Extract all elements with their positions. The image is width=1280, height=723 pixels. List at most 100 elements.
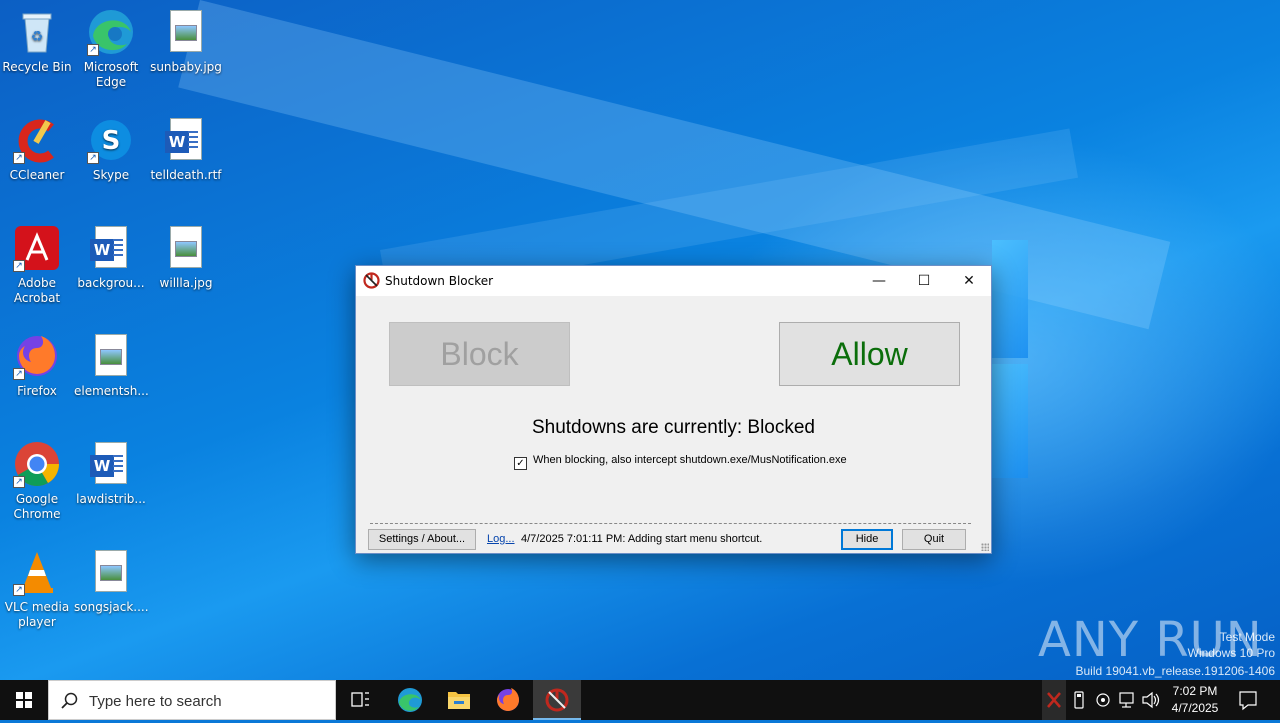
taskbar-clock[interactable]: 7:02 PM 4/7/2025 [1158,683,1232,717]
shortcut-arrow-icon: ↗ [13,152,25,164]
log-message: 4/7/2025 7:01:11 PM: Adding start menu s… [521,533,763,545]
tray-network-icon[interactable] [1116,680,1138,720]
desktop-icon-background-doc[interactable]: W backgrou... [74,224,148,291]
desktop-icon-skype[interactable]: S ↗ Skype [74,116,148,183]
recycle-bin-icon: ♻ [13,8,61,56]
desktop-icon-label: backgrou... [77,276,145,290]
hide-button[interactable]: Hide [841,529,893,550]
word-document-icon: W [87,440,135,488]
shutdown-blocker-window[interactable]: Shutdown Blocker — ☐ ✕ Block Allow Shutd… [355,265,992,554]
desktop-icon-label: Skype [92,168,130,182]
desktop-icon-songsjack[interactable]: songsjack.... [74,548,149,615]
desktop-icon-recycle-bin[interactable]: ♻ Recycle Bin [0,8,74,75]
word-document-icon: W [87,224,135,272]
intercept-checkbox-row[interactable]: ✓ When blocking, also intercept shutdown.… [514,454,847,470]
desktop-icon-telldeath-rtf[interactable]: W telldeath.rtf [149,116,223,183]
webcam-icon [1096,693,1110,707]
network-icon [1119,692,1134,708]
taskbar-shutdown-blocker[interactable] [533,680,581,720]
tray-shutdown-blocker-icon[interactable] [1042,680,1066,720]
task-view-icon [351,692,369,707]
taskbar: Type here to search 7:02 PM 4/7/2025 [0,680,1280,720]
desktop-icon-sunbaby-jpg[interactable]: sunbaby.jpg [149,8,223,75]
desktop-icon-firefox[interactable]: ↗ Firefox [0,332,74,399]
window-title: Shutdown Blocker [385,274,494,288]
taskbar-search-box[interactable]: Type here to search [48,680,336,720]
svg-text:♻: ♻ [31,29,44,45]
vlc-icon: ↗ [13,548,61,596]
search-icon [61,692,78,709]
taskbar-firefox[interactable] [484,680,532,720]
desktop-icon-adobe-acrobat[interactable]: ↗ Adobe Acrobat [0,224,74,306]
shortcut-arrow-icon: ↗ [13,476,25,488]
maximize-icon: ☐ [917,273,931,289]
windows-start-icon [16,692,32,708]
windows-logo-pane [992,240,1028,358]
clock-date: 4/7/2025 [1171,701,1219,715]
acrobat-icon: ↗ [13,224,61,272]
intercept-checkbox[interactable]: ✓ [514,457,527,470]
shortcut-arrow-icon: ↗ [13,260,25,272]
minimize-button[interactable]: — [856,266,902,296]
desktop-icon-microsoft-edge[interactable]: ↗ Microsoft Edge [74,8,148,90]
chrome-icon: ↗ [13,440,61,488]
desktop-icon-ccleaner[interactable]: ↗ CCleaner [0,116,74,183]
close-button[interactable]: ✕ [946,266,992,296]
desktop-icon-vlc[interactable]: ↗ VLC media player [0,548,74,630]
firefox-icon [497,688,519,711]
folder-icon [448,692,470,709]
desktop-icon-label: Adobe Acrobat [13,276,61,305]
image-file-icon [162,224,210,272]
desktop-icon-label: telldeath.rtf [150,168,222,182]
shortcut-arrow-icon: ↗ [87,44,99,56]
firefox-icon: ↗ [13,332,61,380]
action-center-button[interactable] [1234,680,1262,720]
desktop-icon-label: Google Chrome [13,492,61,521]
shutdown-blocker-tray-icon [1047,692,1061,708]
desktop-icon-label: CCleaner [9,168,65,182]
desktop-icon-label: VLC media player [4,600,70,629]
desktop-icon-willla-jpg[interactable]: willla.jpg [149,224,223,291]
desktop-icon-label: sunbaby.jpg [150,60,222,74]
edge-icon [398,688,422,712]
desktop-icon-google-chrome[interactable]: ↗ Google Chrome [0,440,74,522]
svg-text:S: S [102,126,121,156]
clock-time: 7:02 PM [1172,684,1218,698]
settings-about-button[interactable]: Settings / About... [368,529,476,550]
block-button[interactable]: Block [389,322,570,386]
maximize-button[interactable]: ☐ [901,266,947,296]
windows-edition-text: Windows 10 Pro [1187,646,1275,660]
separator-line [370,523,971,524]
build-number-text: Build 19041.vb_release.191206-1406 [1075,664,1276,678]
desktop-icon-label: Firefox [17,384,57,398]
allow-button[interactable]: Allow [779,322,960,386]
desktop-icon-label: songsjack.... [74,600,149,614]
taskbar-file-explorer[interactable] [435,680,483,720]
desktop-icon-label: lawdistrib... [76,492,146,506]
task-view-button[interactable] [336,680,384,720]
search-placeholder: Type here to search [89,693,222,710]
skype-icon: S ↗ [87,116,135,164]
start-button[interactable] [0,680,48,720]
close-icon: ✕ [963,273,975,289]
edge-icon: ↗ [87,8,135,56]
desktop-icon-lawdistrib[interactable]: W lawdistrib... [74,440,148,507]
taskbar-edge[interactable] [386,680,434,720]
intercept-checkbox-label: When blocking, also intercept shutdown.e… [533,454,847,466]
quit-button[interactable]: Quit [902,529,966,550]
log-link[interactable]: Log... [487,533,515,545]
desktop-icon-label: Recycle Bin [2,60,72,74]
desktop-icon-label: Microsoft Edge [83,60,139,89]
usb-icon [1074,691,1084,709]
desktop-icon-elementsh[interactable]: elementsh... [74,332,149,399]
window-titlebar[interactable]: Shutdown Blocker — ☐ ✕ [356,266,991,296]
ccleaner-icon: ↗ [13,116,61,164]
tray-webcam-icon[interactable] [1092,680,1114,720]
tray-usb-icon[interactable] [1068,680,1090,720]
image-file-icon [87,332,135,380]
desktop-icon-label: willla.jpg [159,276,213,290]
shortcut-arrow-icon: ↗ [87,152,99,164]
resize-grip[interactable] [981,543,989,551]
notification-icon [1239,691,1257,711]
test-mode-text: Test Mode [1219,630,1275,644]
